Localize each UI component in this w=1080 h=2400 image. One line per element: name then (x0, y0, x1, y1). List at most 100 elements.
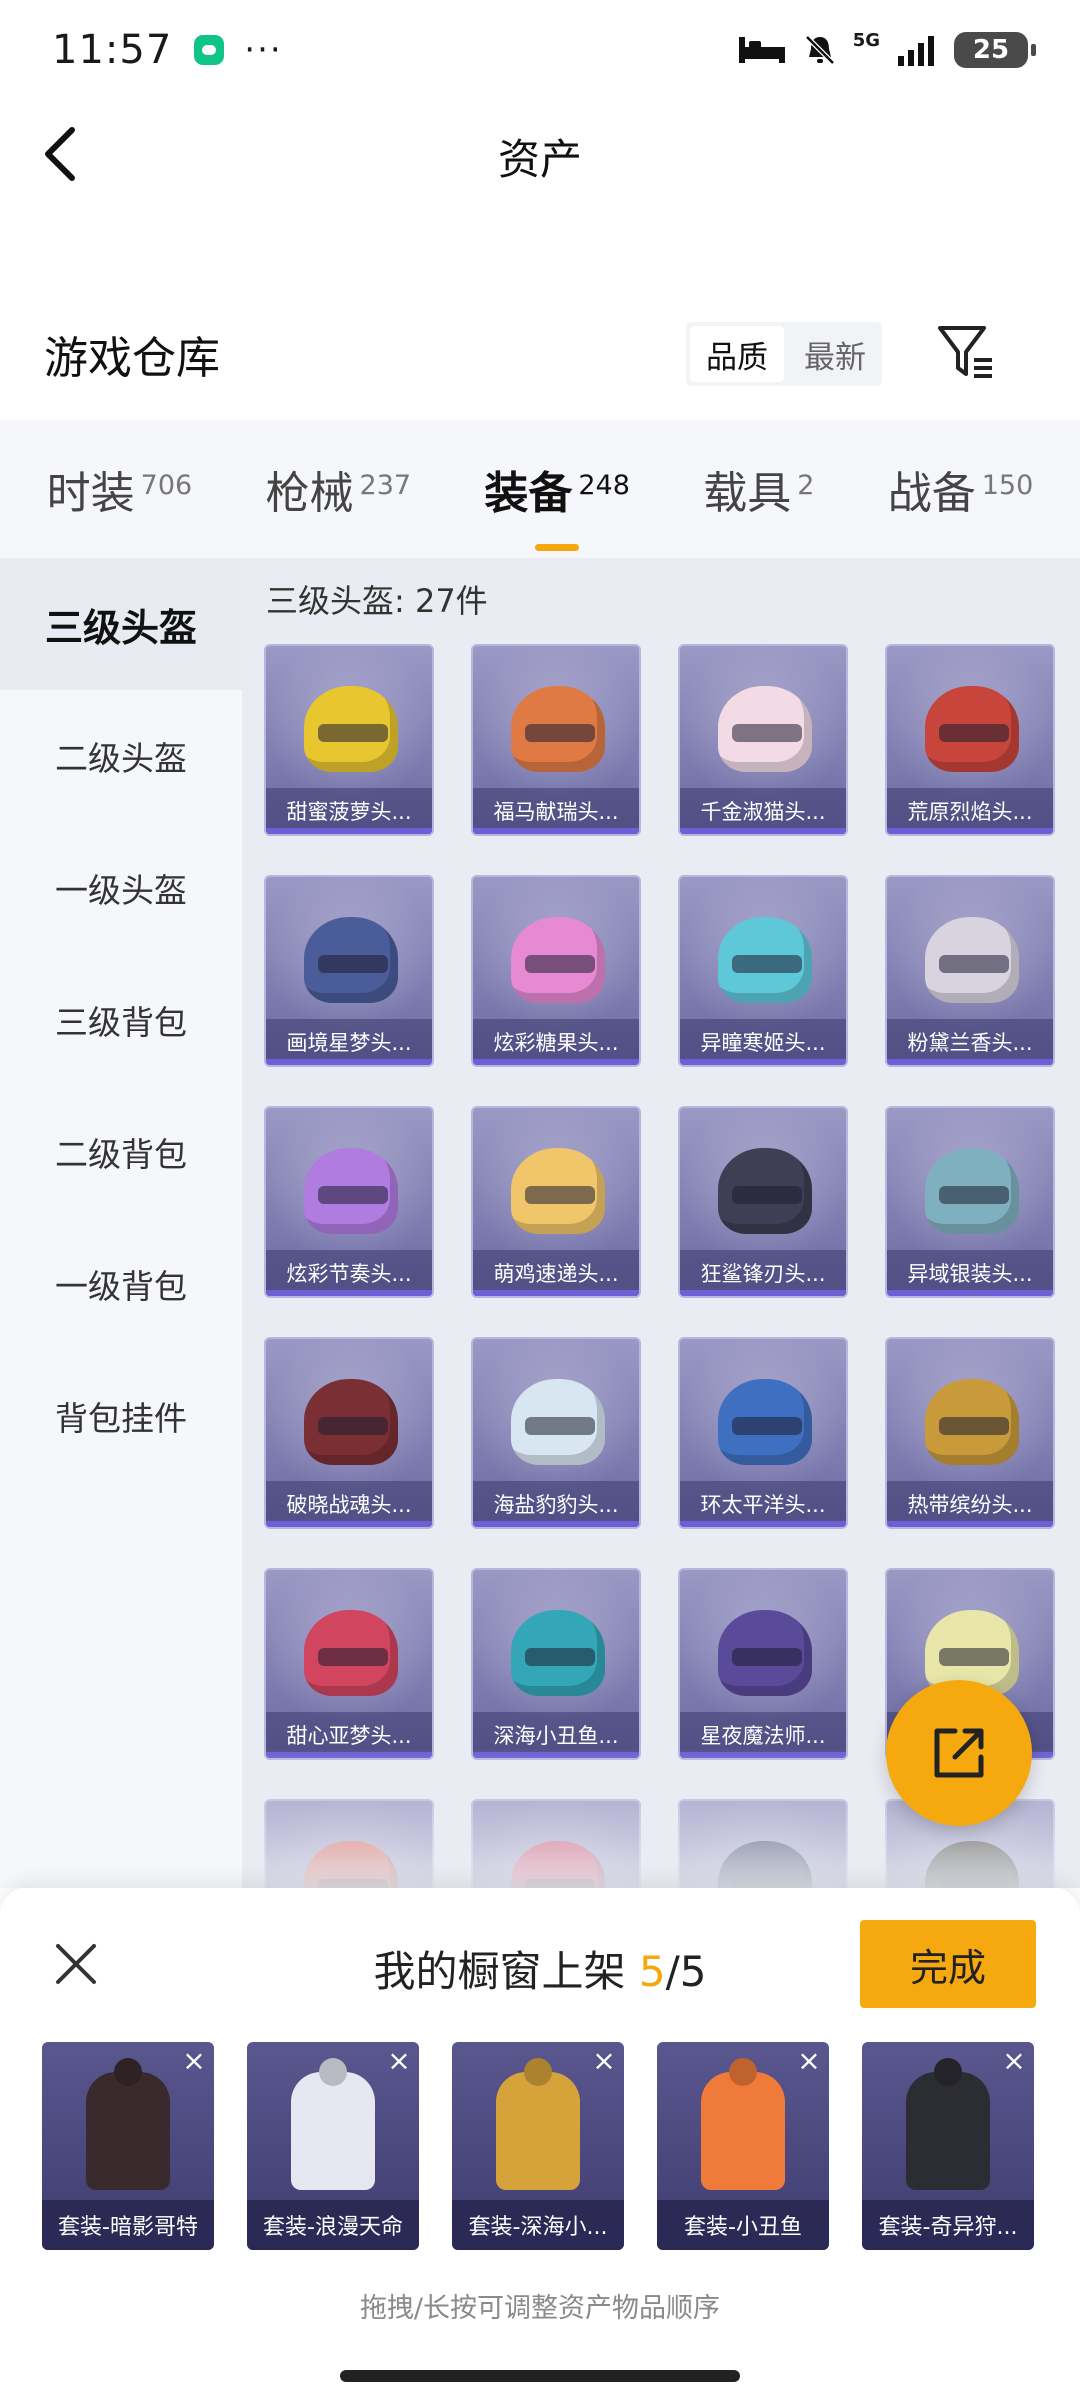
helmet-image (304, 1379, 398, 1465)
quality-bar (680, 828, 846, 834)
sidebar-item-level2-backpack[interactable]: 二级背包 (0, 1086, 242, 1218)
sidebar-item-level2-helmet[interactable]: 二级头盔 (0, 690, 242, 822)
tab-count: 150 (981, 470, 1034, 501)
quality-bar (887, 1521, 1053, 1527)
item-card[interactable]: 画境星梦头... (264, 875, 434, 1067)
showcase-item[interactable]: × 套装-深海小... (452, 2042, 624, 2250)
item-card[interactable]: 炫彩糖果头... (471, 875, 641, 1067)
warehouse-title: 游戏仓库 (44, 333, 220, 384)
tab-equipment[interactable]: 装备 248 (484, 457, 630, 551)
remove-item-icon[interactable]: × (998, 2046, 1030, 2078)
tab-label: 枪械 (265, 468, 354, 519)
showcase-item[interactable]: × 套装-浪漫天命 (247, 2042, 419, 2250)
remove-item-icon[interactable]: × (178, 2046, 210, 2078)
quality-bar (473, 828, 639, 834)
helmet-image (925, 1148, 1019, 1234)
battery-indicator: 25 (954, 32, 1036, 68)
network-label: 5G (852, 30, 880, 51)
helmet-image (511, 1379, 605, 1465)
more-notifications-icon: ··· (244, 30, 283, 70)
helmet-image (304, 917, 398, 1003)
showcase-item[interactable]: × 套装-小丑鱼 (657, 2042, 829, 2250)
signal-icon (898, 36, 934, 66)
helmet-image (718, 917, 812, 1003)
item-card[interactable]: 环太平洋头... (678, 1337, 848, 1529)
quality-bar (266, 828, 432, 834)
quality-bar (266, 1290, 432, 1296)
item-card[interactable]: 异域银装头... (885, 1106, 1055, 1298)
helmet-image (718, 1379, 812, 1465)
outfit-image (701, 2072, 785, 2190)
tab-count: 237 (359, 470, 412, 501)
quality-bar (473, 1521, 639, 1527)
showcase-item-name: 套装-浪漫天命 (247, 2200, 419, 2250)
showcase-count-current: 5 (638, 1947, 666, 1996)
tab-label: 战备 (887, 468, 976, 519)
helmet-image (925, 917, 1019, 1003)
helmet-image (511, 686, 605, 772)
home-indicator[interactable] (340, 2370, 740, 2382)
remove-item-icon[interactable]: × (793, 2046, 825, 2078)
item-card[interactable]: 狂鲨锋刃头... (678, 1106, 848, 1298)
sidebar-item-level1-backpack[interactable]: 一级背包 (0, 1218, 242, 1350)
filter-icon (938, 326, 992, 378)
tab-label: 载具 (703, 468, 792, 519)
tab-label: 装备 (484, 468, 573, 519)
helmet-image (718, 686, 812, 772)
item-card[interactable]: 福马献瑞头... (471, 644, 641, 836)
item-card[interactable]: 星夜魔法师... (678, 1568, 848, 1760)
helmet-image (511, 1148, 605, 1234)
item-card[interactable]: 荒原烈焰头... (885, 644, 1055, 836)
showcase-item[interactable]: × 套装-奇异狩... (862, 2042, 1034, 2250)
share-button[interactable] (886, 1680, 1032, 1826)
remove-item-icon[interactable]: × (383, 2046, 415, 2078)
sidebar-item-level3-helmet[interactable]: 三级头盔 (0, 558, 242, 690)
app-header: 资产 (0, 100, 1080, 210)
tab-gear[interactable]: 战备 150 (888, 457, 1034, 521)
sort-newest-option[interactable]: 最新 (788, 322, 882, 386)
mute-bell-icon (804, 35, 835, 65)
quality-bar (473, 1059, 639, 1065)
item-card[interactable]: 破晓战魂头... (264, 1337, 434, 1529)
sidebar-item-level3-backpack[interactable]: 三级背包 (0, 954, 242, 1086)
helmet-image (925, 1379, 1019, 1465)
quality-bar (266, 1521, 432, 1527)
item-card[interactable]: 深海小丑鱼... (471, 1568, 641, 1760)
done-button[interactable]: 完成 (860, 1920, 1036, 2008)
item-card[interactable]: 异瞳寒姬头... (678, 875, 848, 1067)
showcase-title-text: 我的橱窗上架 (373, 1947, 626, 1996)
status-time: 11:57 (52, 27, 173, 73)
section-count-label: 三级头盔: 27件 (266, 582, 488, 620)
showcase-shelf: × 套装-暗影哥特 × 套装-浪漫天命 × 套装-深海小... × 套装-小丑鱼 × 套装-奇异狩… (42, 2042, 1034, 2250)
sidebar-item-backpack-charm[interactable]: 背包挂件 (0, 1350, 242, 1482)
item-card[interactable]: 粉黛兰香头... (885, 875, 1055, 1067)
item-card[interactable]: 炫彩节奏头... (264, 1106, 434, 1298)
showcase-item[interactable]: × 套装-暗影哥特 (42, 2042, 214, 2250)
sidebar-item-level1-helmet[interactable]: 一级头盔 (0, 822, 242, 954)
helmet-image (511, 1610, 605, 1696)
item-card[interactable]: 萌鸡速递头... (471, 1106, 641, 1298)
chat-notification-icon (194, 35, 225, 65)
tab-vehicles[interactable]: 载具 2 (703, 457, 814, 521)
item-card[interactable]: 甜心亚梦头... (264, 1568, 434, 1760)
sort-quality-option[interactable]: 品质 (690, 326, 784, 382)
item-card[interactable]: 海盐豹豹头... (471, 1337, 641, 1529)
tab-fashion[interactable]: 时装 706 (47, 457, 193, 521)
sub-category-sidebar: 三级头盔 二级头盔 一级头盔 三级背包 二级背包 一级背包 背包挂件 (0, 558, 242, 1888)
quality-bar (887, 828, 1053, 834)
item-card[interactable]: 千金淑猫头... (678, 644, 848, 836)
tab-count: 248 (578, 470, 630, 501)
filter-button[interactable] (934, 320, 998, 384)
share-icon (934, 1728, 984, 1778)
helmet-image (925, 686, 1019, 772)
outfit-image (86, 2072, 170, 2190)
remove-item-icon[interactable]: × (588, 2046, 620, 2078)
item-card[interactable]: 甜蜜菠萝头... (264, 644, 434, 836)
sort-toggle: 品质 最新 (686, 322, 882, 386)
quality-bar (680, 1059, 846, 1065)
tab-weapons[interactable]: 枪械 237 (266, 457, 412, 521)
helmet-image (718, 1610, 812, 1696)
showcase-item-name: 套装-小丑鱼 (657, 2200, 829, 2250)
page-title: 资产 (497, 135, 582, 184)
item-card[interactable]: 热带缤纷头... (885, 1337, 1055, 1529)
